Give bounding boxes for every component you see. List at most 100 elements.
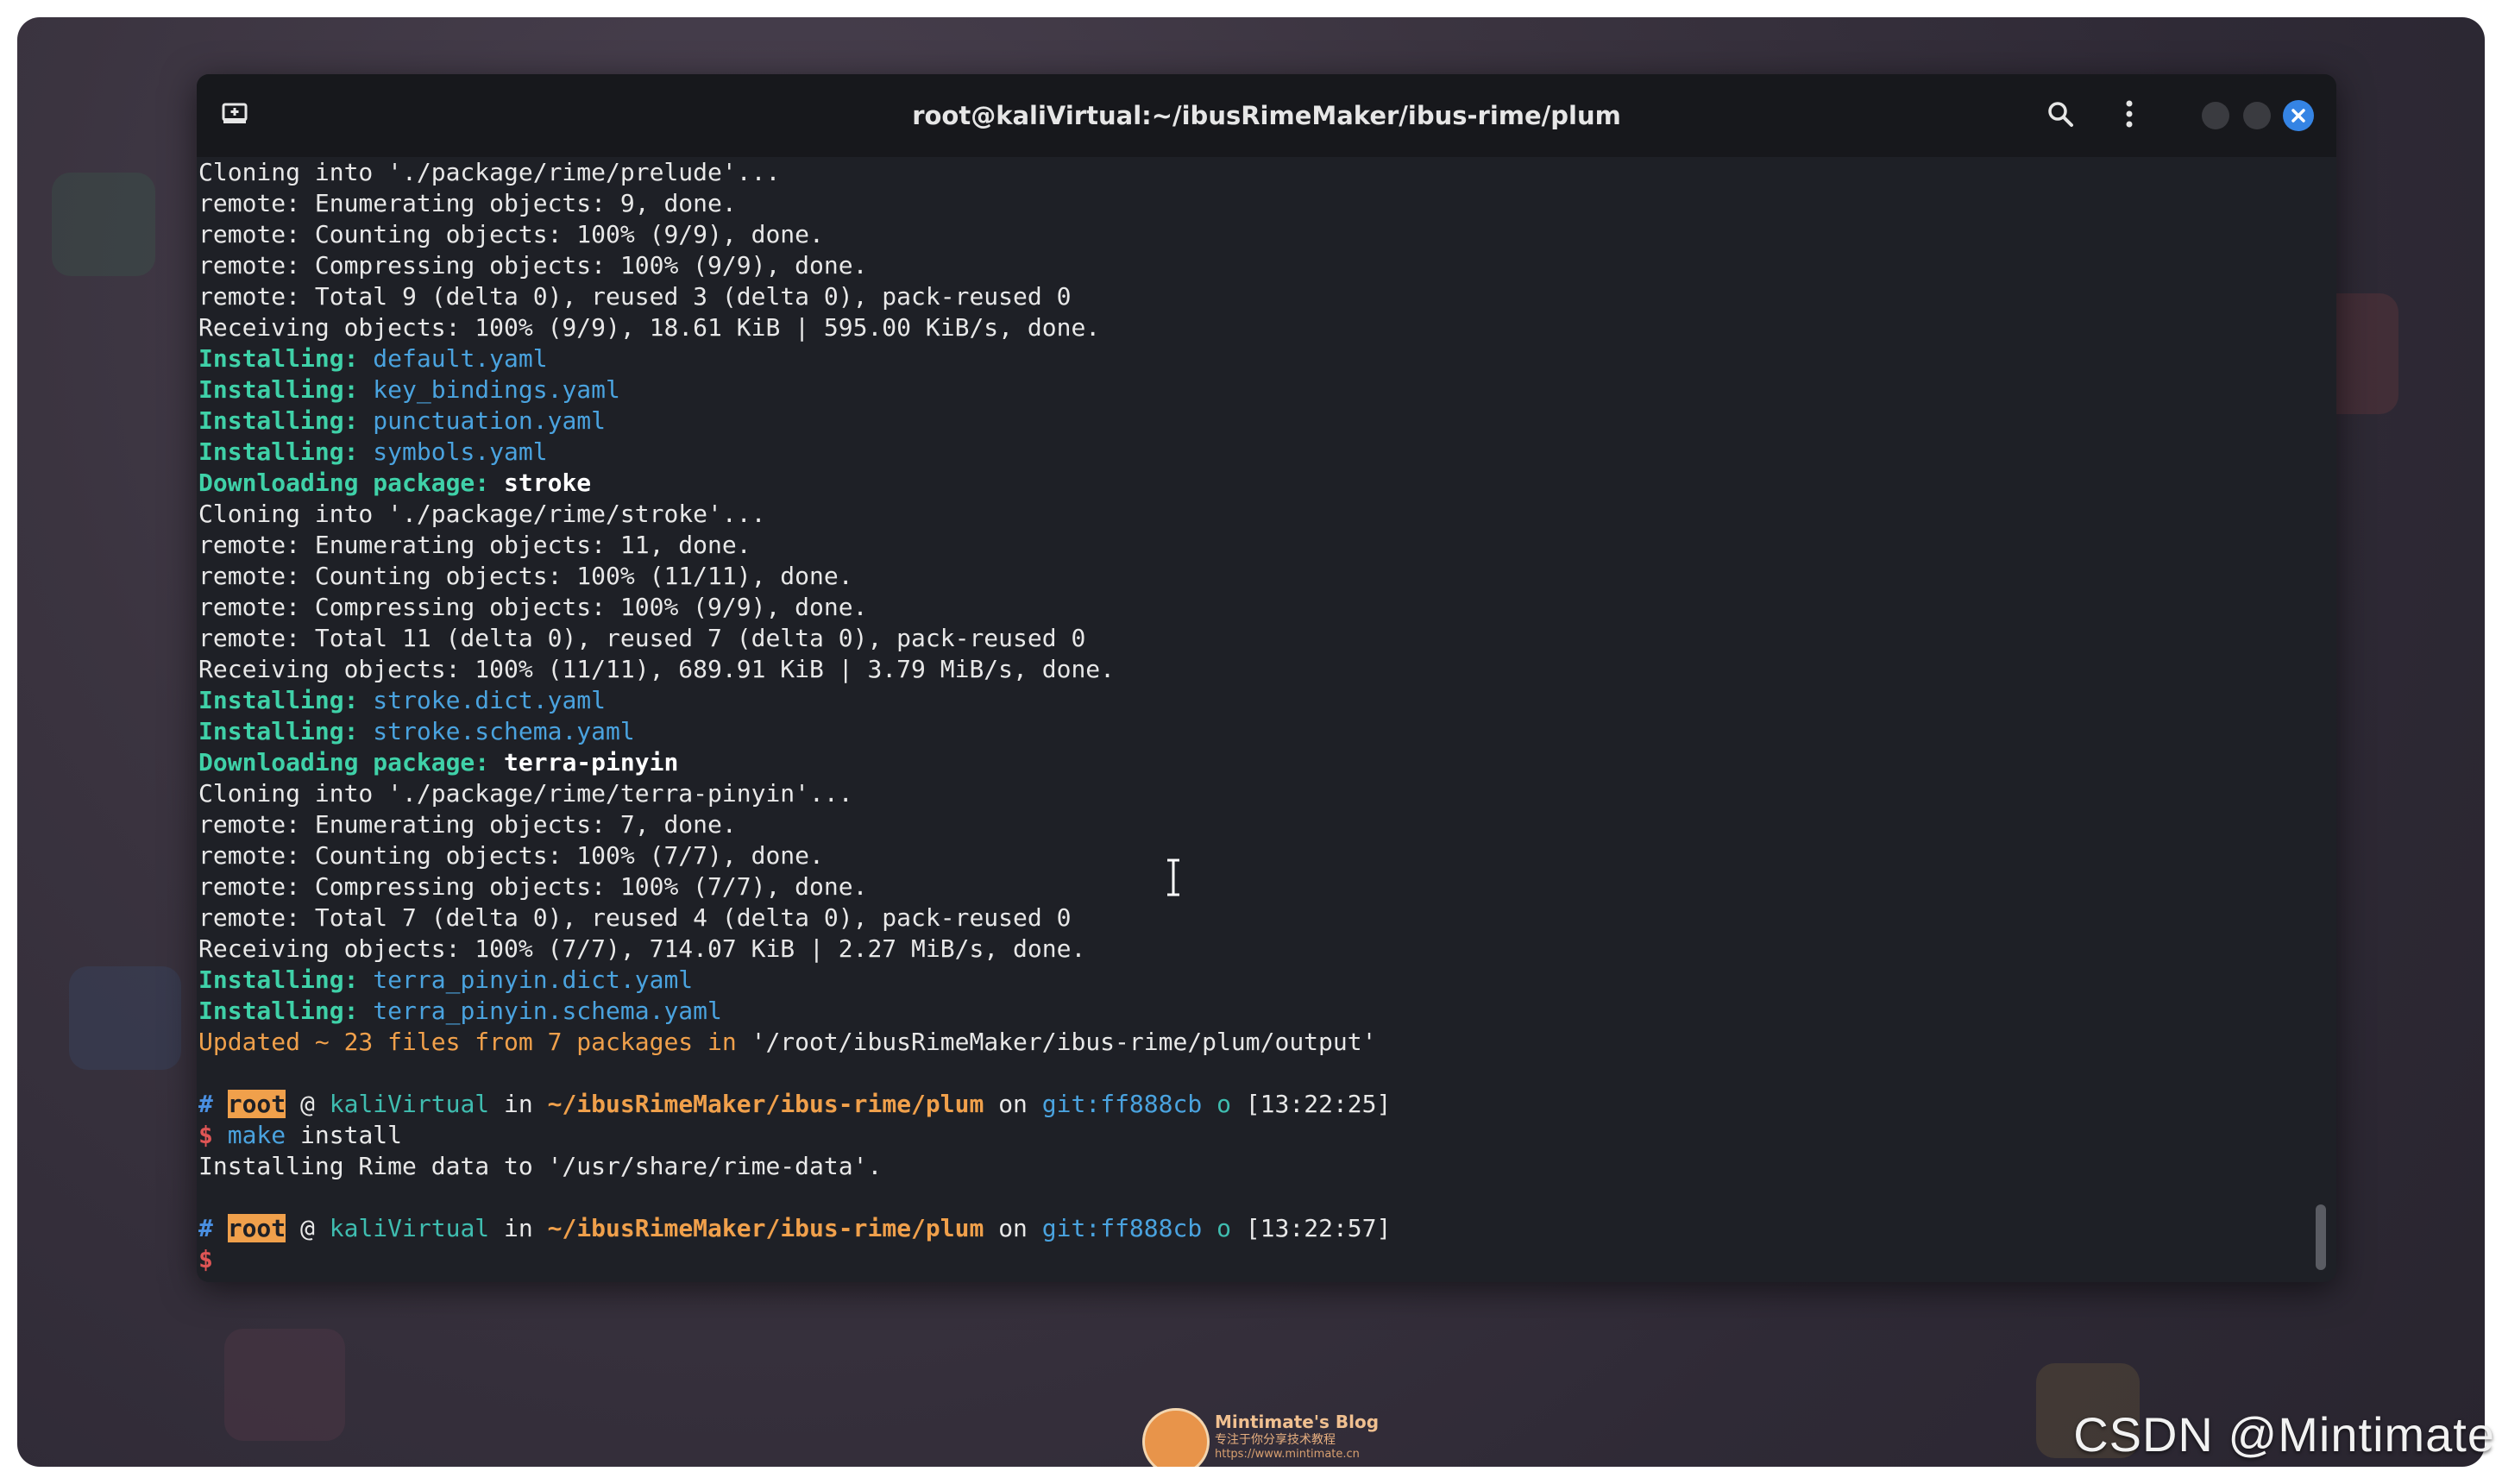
terminal-text-segment: Downloading package: [198, 748, 490, 777]
terminal-text-segment: root [227, 1214, 286, 1242]
new-tab-button[interactable] [216, 97, 254, 135]
blog-watermark: Mintimate's Blog 专注于你分享技术教程 https://www.… [1215, 1412, 1379, 1462]
menu-button[interactable] [2110, 97, 2148, 135]
terminal-line: Installing: symbols.yaml [197, 437, 2302, 468]
terminal-line [197, 1182, 2302, 1213]
terminal-line: Installing: default.yaml [197, 343, 2302, 374]
terminal-text-segment: default.yaml [358, 344, 548, 373]
terminal-line: Downloading package: stroke [197, 468, 2302, 499]
terminal-line [197, 1058, 2302, 1089]
terminal-text-segment: Installing: [198, 437, 359, 466]
blog-url: https://www.mintimate.cn [1215, 1448, 1360, 1461]
wallpaper-decoration [69, 966, 181, 1070]
terminal-line: Installing: key_bindings.yaml [197, 374, 2302, 406]
scrollbar[interactable] [2316, 1204, 2326, 1270]
window-title: root@kaliVirtual:~/ibusRimeMaker/ibus-ri… [912, 101, 1621, 130]
minimize-button[interactable] [2202, 102, 2229, 129]
terminal-text-segment: terra-pinyin [489, 748, 679, 777]
terminal-text-segment: remote: Compressing objects: 100% (9/9),… [198, 251, 868, 280]
terminal-text-segment: Receiving objects: 100% (7/7), 714.07 Ki… [198, 934, 1086, 963]
search-button[interactable] [2041, 97, 2079, 135]
terminal-line: Cloning into './package/rime/prelude'... [197, 157, 2302, 188]
blog-tagline: 专注于你分享技术教程 [1215, 1433, 1336, 1447]
terminal-text-segment: install [286, 1121, 403, 1149]
terminal-text-segment: stroke.dict.yaml [358, 686, 607, 714]
terminal-text-segment: ~/ibusRimeMaker/ibus-rime/plum [547, 1090, 984, 1118]
terminal-text-segment: punctuation.yaml [358, 406, 607, 435]
terminal-line: Receiving objects: 100% (11/11), 689.91 … [197, 654, 2302, 685]
terminal-text-segment: # [198, 1214, 213, 1242]
terminal-line: remote: Total 11 (delta 0), reused 7 (de… [197, 623, 2302, 654]
terminal-line: remote: Counting objects: 100% (9/9), do… [197, 219, 2302, 250]
terminal-text-segment: stroke [489, 468, 592, 497]
terminal-text-segment: '/root/ibusRimeMaker/ibus-rime/plum/outp… [751, 1028, 1377, 1056]
terminal-text-segment: in [489, 1214, 548, 1242]
terminal-text-segment: remote: Enumerating objects: 11, done. [198, 531, 751, 559]
terminal-text-segment: @ [286, 1090, 330, 1118]
terminal-line: Downloading package: terra-pinyin [197, 747, 2302, 778]
terminal-text-segment: in [489, 1090, 548, 1118]
terminal-text-segment: terra_pinyin.schema.yaml [358, 997, 722, 1025]
terminal-text-segment: Downloading package: [198, 468, 490, 497]
terminal-line: Cloning into './package/rime/stroke'... [197, 499, 2302, 530]
terminal-line: $ make install [197, 1120, 2302, 1151]
terminal-text-segment: Installing: [198, 965, 359, 994]
terminal-text-segment: Installing: [198, 717, 359, 745]
terminal-text-segment: kaliVirtual [329, 1090, 490, 1118]
terminal-text-segment: Installing: [198, 997, 359, 1025]
terminal-text-segment: $ [198, 1245, 213, 1273]
terminal-text-segment: Receiving objects: 100% (9/9), 18.61 KiB… [198, 313, 1101, 342]
terminal-text-segment: ~/ibusRimeMaker/ibus-rime/plum [547, 1214, 984, 1242]
terminal-text-segment: on [984, 1214, 1042, 1242]
terminal-line: Receiving objects: 100% (9/9), 18.61 KiB… [197, 312, 2302, 343]
terminal-line: remote: Counting objects: 100% (7/7), do… [197, 840, 2302, 871]
terminal-line: Installing: terra_pinyin.schema.yaml [197, 996, 2302, 1027]
terminal-text-segment: Installing: [198, 406, 359, 435]
terminal-text-segment: [13:22:57] [1230, 1214, 1392, 1242]
terminal-text-segment: Cloning into './package/rime/terra-pinyi… [198, 779, 853, 808]
terminal-line: Cloning into './package/rime/terra-pinyi… [197, 778, 2302, 809]
title-bar[interactable]: root@kaliVirtual:~/ibusRimeMaker/ibus-ri… [197, 74, 2336, 157]
terminal-text-segment: remote: Counting objects: 100% (11/11), … [198, 562, 853, 590]
terminal-text-segment: # [198, 1090, 213, 1118]
terminal-text-segment: git:ff888cb [1041, 1214, 1203, 1242]
terminal-line: Installing Rime data to '/usr/share/rime… [197, 1151, 2302, 1182]
close-button[interactable] [2283, 100, 2314, 131]
terminal-line: remote: Enumerating objects: 7, done. [197, 809, 2302, 840]
terminal-line: remote: Enumerating objects: 11, done. [197, 530, 2302, 561]
terminal-output[interactable]: Cloning into './package/rime/prelude'...… [197, 157, 2302, 1282]
terminal-line: remote: Enumerating objects: 9, done. [197, 188, 2302, 219]
terminal-text-segment: remote: Total 11 (delta 0), reused 7 (de… [198, 624, 1086, 652]
terminal-line: Updated ~ 23 files from 7 packages in '/… [197, 1027, 2302, 1058]
terminal-line: $ [197, 1244, 2302, 1275]
terminal-text-segment: Installing: [198, 344, 359, 373]
terminal-text-segment: root [227, 1090, 286, 1118]
maximize-button[interactable] [2243, 102, 2271, 129]
terminal-text-segment: remote: Counting objects: 100% (9/9), do… [198, 220, 824, 248]
wallpaper-decoration [52, 173, 155, 276]
terminal-line: Installing: stroke.dict.yaml [197, 685, 2302, 716]
terminal-line: Installing: stroke.schema.yaml [197, 716, 2302, 747]
terminal-line: remote: Total 9 (delta 0), reused 3 (del… [197, 281, 2302, 312]
wallpaper-decoration [224, 1329, 345, 1441]
text-cursor-icon [1165, 858, 1182, 900]
terminal-text-segment: on [984, 1090, 1042, 1118]
terminal-line: remote: Compressing objects: 100% (9/9),… [197, 592, 2302, 623]
terminal-line: remote: Total 7 (delta 0), reused 4 (del… [197, 902, 2302, 934]
desktop-background: root@kaliVirtual:~/ibusRimeMaker/ibus-ri… [17, 17, 2485, 1467]
terminal-text-segment: remote: Enumerating objects: 9, done. [198, 189, 737, 217]
terminal-window[interactable]: root@kaliVirtual:~/ibusRimeMaker/ibus-ri… [197, 74, 2336, 1282]
terminal-line: # root @ kaliVirtual in ~/ibusRimeMaker/… [197, 1213, 2302, 1244]
terminal-text-segment: [13:22:25] [1230, 1090, 1392, 1118]
terminal-text-segment: remote: Compressing objects: 100% (9/9),… [198, 593, 868, 621]
new-tab-icon [221, 101, 248, 130]
terminal-text-segment: git:ff888cb [1041, 1090, 1203, 1118]
search-icon [2046, 100, 2074, 131]
terminal-text-segment: Installing: [198, 375, 359, 404]
terminal-text-segment: Cloning into './package/rime/stroke'... [198, 500, 766, 528]
terminal-text-segment: o [1202, 1090, 1231, 1118]
terminal-text-segment: symbols.yaml [358, 437, 548, 466]
terminal-line: remote: Counting objects: 100% (11/11), … [197, 561, 2302, 592]
